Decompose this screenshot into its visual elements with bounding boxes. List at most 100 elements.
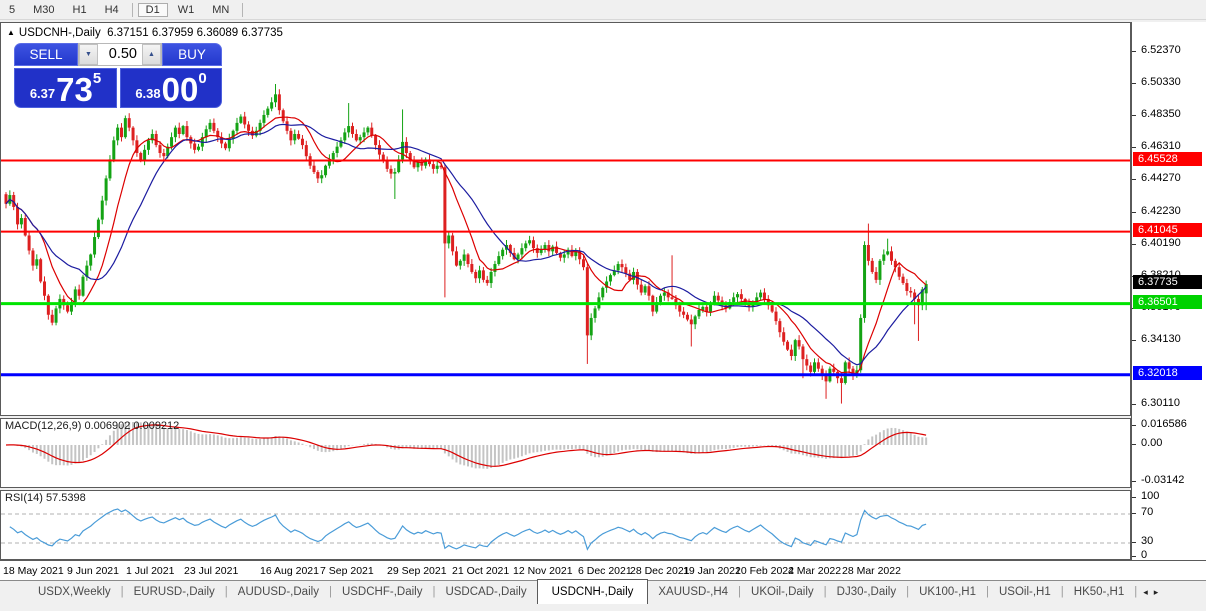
volume-decrease-button[interactable]: ▼ xyxy=(79,44,98,65)
rsi-axis-label: 100 xyxy=(1141,490,1160,502)
axis-tick-mark xyxy=(1132,513,1136,514)
date-label: 23 Jul 2021 xyxy=(184,565,239,577)
mt4-terminal-window: 5 M30 H1 H4 D1 W1 MN ▲ USDCNH-,Daily 6.37151 6.… xyxy=(0,0,1206,611)
price-axis[interactable]: 6.52370 6.50330 6.48350 6.46310 6.44270 6.422… xyxy=(1131,22,1206,561)
axis-tick-label: 6.48350 xyxy=(1141,107,1181,120)
axis-tick-label: 6.46310 xyxy=(1141,140,1181,153)
triangle-up-icon: ▲ xyxy=(148,51,155,58)
axis-tick-mark xyxy=(1132,83,1136,85)
date-label: 19 Jan 2022 xyxy=(683,565,741,577)
sell-price[interactable]: 6.37 73 5 xyxy=(14,68,117,108)
volume-increase-button[interactable]: ▲ xyxy=(142,44,161,65)
axis-tick-label: 6.42230 xyxy=(1141,204,1181,217)
timeframe-button-m30[interactable]: M30 xyxy=(25,3,62,17)
axis-tick-label: 6.34130 xyxy=(1141,333,1181,346)
chart-tab-eurusd[interactable]: EURUSD-,Daily xyxy=(124,581,225,602)
axis-tick-mark xyxy=(1132,542,1136,543)
axis-tick-label: 6.50330 xyxy=(1141,76,1181,89)
buy-price-prefix: 6.38 xyxy=(135,86,161,101)
chart-tab-audusd[interactable]: AUDUSD-,Daily xyxy=(228,581,329,602)
price-badge: 6.37735 xyxy=(1133,275,1202,290)
scroll-right-icon[interactable]: ▸ xyxy=(1154,587,1165,597)
price-badge: 6.32018 xyxy=(1133,365,1202,380)
date-label: 21 Oct 2021 xyxy=(452,565,510,577)
date-label: 1 Jul 2021 xyxy=(126,565,175,577)
chart-tab-usdcad[interactable]: USDCAD-,Daily xyxy=(435,581,536,602)
date-label: 28 Dec 2021 xyxy=(630,565,690,577)
date-label: 10 Feb 2022 xyxy=(735,565,794,577)
volume-spinner: ▼ 0.50 ▲ xyxy=(78,43,162,66)
axis-tick-label: 6.44270 xyxy=(1141,172,1181,185)
timeframe-button-d1[interactable]: D1 xyxy=(137,2,168,17)
buy-price-pip: 0 xyxy=(198,70,207,87)
sell-price-prefix: 6.37 xyxy=(29,86,56,101)
axis-tick-mark xyxy=(1132,424,1136,426)
chart-tab-usoil[interactable]: USOil-,H1 xyxy=(989,581,1061,602)
tab-scroll-arrows: ◂▸ xyxy=(1143,581,1164,598)
price-badge: 6.41045 xyxy=(1133,222,1202,237)
chart-tab-usdx[interactable]: USDX,Weekly xyxy=(28,581,121,602)
chart-ohlc-values: 6.37151 6.37959 6.36089 6.37735 xyxy=(107,27,283,39)
scroll-left-icon[interactable]: ◂ xyxy=(1143,587,1154,597)
timeframe-button-h1[interactable]: H1 xyxy=(65,3,95,17)
chart-symbol-label: USDCNH-,Daily xyxy=(18,27,101,39)
axis-tick-mark xyxy=(1132,211,1136,213)
price-badge: 6.45528 xyxy=(1133,151,1202,166)
price-badge: 6.36501 xyxy=(1133,294,1202,309)
date-label: 18 May 2021 xyxy=(3,565,64,577)
chart-tab-xauusd[interactable]: XAUUSD-,H4 xyxy=(648,581,738,602)
macd-header: MACD(12,26,9) 0.006902 0.009212 xyxy=(5,420,180,432)
chart-title: ▲ USDCNH-,Daily 6.37151 6.37959 6.36089 6… xyxy=(7,27,283,39)
macd-max-label: 0.016586 xyxy=(1141,417,1187,430)
collapse-arrow-icon[interactable]: ▲ xyxy=(7,28,15,37)
sell-button[interactable]: SELL xyxy=(14,43,78,66)
one-click-trading-panel: SELL ▼ 0.50 ▲ BUY 6.37 73 5 6.38 00 0 xyxy=(14,43,222,108)
axis-tick-mark xyxy=(1132,403,1136,405)
chart-tab-usdcnh[interactable]: USDCNH-,Daily xyxy=(536,579,649,604)
date-label: 7 Sep 2021 xyxy=(320,565,374,577)
rsi-axis-label: 70 xyxy=(1141,506,1154,518)
date-label: 29 Sep 2021 xyxy=(387,565,447,577)
timeframe-button-5[interactable]: 5 xyxy=(1,3,23,17)
axis-tick-label: 6.30110 xyxy=(1141,396,1180,409)
date-label: 6 Dec 2021 xyxy=(578,565,632,577)
volume-input[interactable]: 0.50 xyxy=(98,44,142,65)
rsi-axis-label: 30 xyxy=(1141,535,1154,547)
buy-button[interactable]: BUY xyxy=(162,43,222,66)
toolbar-separator xyxy=(131,2,133,17)
timeframe-button-w1[interactable]: W1 xyxy=(170,3,203,17)
buy-price[interactable]: 6.38 00 0 xyxy=(120,68,222,108)
date-label: 16 Aug 2021 xyxy=(260,565,319,577)
chart-tab-ukoil[interactable]: UKOil-,Daily xyxy=(741,581,824,602)
rsi-header: RSI(14) 57.5398 xyxy=(5,492,86,504)
axis-tick-mark xyxy=(1132,556,1136,557)
date-label: 28 Mar 2022 xyxy=(842,565,901,577)
axis-tick-label: 6.40190 xyxy=(1141,237,1181,250)
axis-tick-mark xyxy=(1132,51,1136,52)
axis-tick-mark xyxy=(1132,480,1136,482)
rsi-indicator-panel[interactable] xyxy=(0,490,1131,560)
timeframe-toolbar: 5 M30 H1 H4 D1 W1 MN xyxy=(0,0,1206,20)
chart-tab-uk100[interactable]: UK100-,H1 xyxy=(909,581,986,602)
sell-price-pip: 5 xyxy=(92,70,102,87)
axis-tick-mark xyxy=(1132,497,1136,498)
chart-tab-dj30[interactable]: DJ30-,Daily xyxy=(827,581,906,602)
toolbar-separator xyxy=(242,2,244,17)
chart-tab-hk50[interactable]: HK50-,H1 xyxy=(1064,581,1135,602)
time-axis[interactable]: 18 May 2021 9 Jun 2021 1 Jul 2021 23 Jul 20… xyxy=(0,560,1206,581)
axis-tick-mark xyxy=(1132,147,1136,149)
axis-tick-mark xyxy=(1132,340,1136,342)
timeframe-button-mn[interactable]: MN xyxy=(204,3,237,17)
chart-tab-bar: USDX,Weekly | EURUSD-,Daily | AUDUSD-,Daily |… xyxy=(0,579,1206,611)
date-label: 9 Jun 2021 xyxy=(67,565,119,577)
buy-price-main: 00 xyxy=(161,70,199,108)
axis-tick-mark xyxy=(1132,244,1136,246)
tab-separator: | xyxy=(1134,586,1138,598)
axis-tick-mark xyxy=(1132,179,1136,181)
date-label: 12 Nov 2021 xyxy=(513,565,573,577)
macd-min-label: -0.03142 xyxy=(1141,473,1185,486)
axis-tick-label: 6.52370 xyxy=(1141,44,1181,56)
macd-zero-label: 0.00 xyxy=(1141,437,1163,449)
chart-tab-usdchf[interactable]: USDCHF-,Daily xyxy=(332,581,433,602)
timeframe-button-h4[interactable]: H4 xyxy=(97,3,127,17)
